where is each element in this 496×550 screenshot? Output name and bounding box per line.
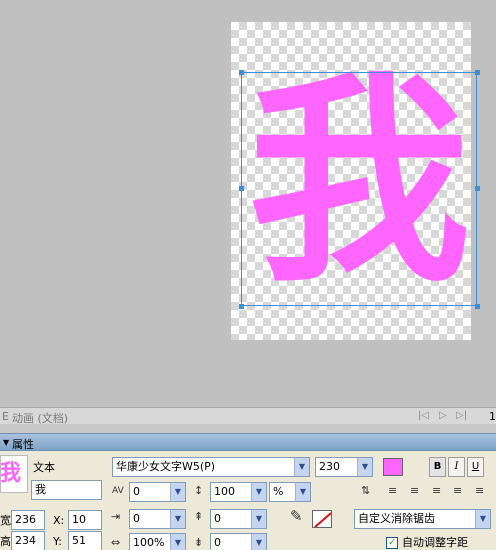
x-input[interactable]: 10	[68, 510, 102, 530]
resize-handle-tl[interactable]	[239, 70, 244, 75]
leading-icon: ↕	[194, 484, 204, 497]
bold-button[interactable]: B	[429, 457, 446, 477]
align-center-icon[interactable]: ≡	[410, 484, 419, 498]
space-before-icon: ⇞	[194, 510, 204, 523]
thumbnail-glyph: 我	[0, 461, 22, 486]
space-after-icon: ⇟	[194, 536, 204, 549]
align-justify-icon[interactable]: ≡	[453, 484, 462, 498]
auto-kern-label: 自动调整字距	[402, 536, 468, 549]
antialias-select[interactable]: 自定义消除锯齿 ▼	[354, 509, 491, 529]
leading-unit-value: %	[273, 485, 284, 498]
properties-panel-header[interactable]: ▼ 属性	[0, 433, 496, 451]
timeline-prefix: E	[2, 410, 9, 423]
auto-kern-checkbox[interactable]: ✓	[386, 537, 398, 549]
leading-select[interactable]: 100 ▼	[210, 482, 267, 502]
space-after-select[interactable]: 0 ▼	[210, 533, 267, 550]
rewind-icon[interactable]: |◁	[418, 410, 429, 421]
selection-box[interactable]	[241, 72, 477, 306]
x-label: X:	[53, 514, 65, 527]
object-type-label: 文本	[33, 461, 55, 474]
align-left-icon[interactable]: ≡	[388, 484, 397, 498]
align-right-icon[interactable]: ≡	[432, 484, 441, 498]
leading-value: 100	[214, 485, 235, 498]
play-icon[interactable]: ▷	[439, 410, 447, 421]
horizontal-scale-icon: ⇔	[111, 536, 121, 549]
animation-timeline-bar: E 动画 (文档) |◁ ▷ ▷| 1	[0, 407, 496, 425]
indent-icon: ⇥	[111, 510, 121, 523]
kerning-select[interactable]: 0 ▼	[129, 482, 186, 502]
font-size-select[interactable]: 230 ▼	[315, 457, 373, 477]
stroke-color-swatch[interactable]	[312, 510, 332, 528]
chevron-down-icon[interactable]: ▼	[170, 483, 185, 501]
text-color-swatch[interactable]	[383, 458, 403, 476]
kerning-icon: AV	[112, 486, 124, 496]
font-family-select[interactable]: 华康少女文字W5(P) ▼	[112, 457, 310, 477]
horizontal-scale-select[interactable]: 100% ▼	[129, 533, 186, 550]
properties-title: 属性	[12, 438, 34, 451]
space-before-select[interactable]: 0 ▼	[210, 509, 267, 529]
pencil-icon[interactable]: ✎	[290, 509, 303, 524]
forward-icon[interactable]: ▷|	[456, 410, 467, 421]
space-after-value: 0	[214, 536, 221, 549]
space-before-value: 0	[214, 512, 221, 525]
height-input[interactable]: 234	[11, 531, 45, 550]
chevron-down-icon[interactable]: ▼	[170, 534, 185, 550]
antialias-value: 自定义消除锯齿	[358, 512, 435, 525]
underline-button[interactable]: U	[467, 457, 484, 477]
text-orientation-icon[interactable]: ⇅	[361, 484, 370, 498]
object-thumbnail: 我	[0, 455, 28, 493]
align-stretch-icon[interactable]: ≡	[475, 484, 484, 498]
panel-divider	[0, 424, 496, 433]
leading-unit-select[interactable]: % ▼	[269, 482, 311, 502]
indent-value: 0	[133, 512, 140, 525]
chevron-down-icon[interactable]: ▼	[170, 510, 185, 528]
kerning-value: 0	[133, 485, 140, 498]
chevron-down-icon[interactable]: ▼	[251, 534, 266, 550]
chevron-down-icon[interactable]: ▼	[251, 510, 266, 528]
resize-handle-ml[interactable]	[239, 186, 244, 191]
resize-handle-br[interactable]	[475, 304, 480, 309]
y-label: Y:	[53, 535, 62, 548]
horizontal-scale-value: 100%	[133, 536, 165, 549]
font-size-value: 230	[319, 460, 340, 473]
properties-panel: 我 文本 我 宽: 236 X: 10 高: 234 Y: 51 华康少女文字W…	[0, 451, 496, 550]
resize-handle-tr[interactable]	[475, 70, 480, 75]
chevron-down-icon[interactable]: ▼	[295, 483, 310, 501]
italic-button[interactable]: I	[448, 457, 465, 477]
chevron-down-icon[interactable]: ▼	[294, 458, 309, 476]
object-name-input[interactable]: 我	[31, 480, 102, 500]
chevron-down-icon[interactable]: ▼	[357, 458, 372, 476]
resize-handle-bl[interactable]	[239, 304, 244, 309]
frame-number: 1	[489, 410, 496, 423]
no-stroke-icon	[314, 512, 331, 527]
canvas-area[interactable]: 我	[0, 0, 496, 407]
font-family-value: 华康少女文字W5(P)	[116, 460, 216, 473]
chevron-down-icon[interactable]: ▼	[475, 510, 490, 528]
resize-handle-mr[interactable]	[475, 186, 480, 191]
y-input[interactable]: 51	[68, 531, 102, 550]
indent-select[interactable]: 0 ▼	[129, 509, 186, 529]
collapse-arrow-icon[interactable]: ▼	[3, 438, 9, 447]
chevron-down-icon[interactable]: ▼	[251, 483, 266, 501]
width-input[interactable]: 236	[11, 510, 45, 530]
